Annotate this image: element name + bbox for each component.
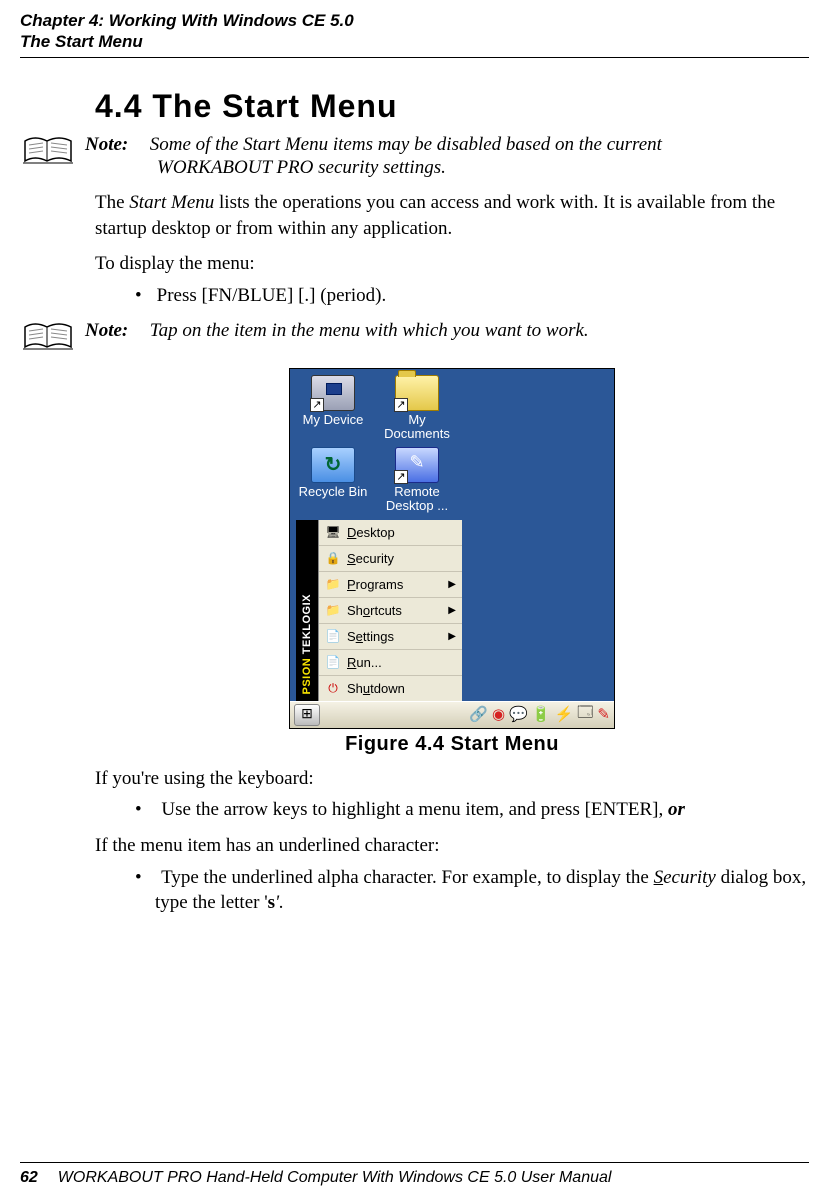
footer-title: WORKABOUT PRO Hand-Held Computer With Wi…: [58, 1169, 612, 1187]
menu-item-settings[interactable]: Settings ▶: [319, 624, 462, 650]
bullet-list-1: Press [FN/BLUE] [.] (period).: [95, 283, 809, 309]
menu-item-shortcuts[interactable]: Shortcuts ▶: [319, 598, 462, 624]
note-2: Note: Tap on the item in the menu with w…: [20, 319, 809, 353]
body-paragraph-3: If you're using the keyboard:: [95, 766, 809, 792]
screenshot: ↗ My Device ↗ My Documents Recycle Bin: [289, 368, 615, 729]
shutdown-icon: [325, 681, 341, 695]
remote-label-l1: Remote: [380, 485, 454, 499]
bullet-1: Press [FN/BLUE] [.] (period).: [95, 283, 809, 309]
tray-network-icon[interactable]: 🔗: [469, 705, 488, 724]
book-icon: [20, 321, 75, 353]
bullet-3: Type the underlined alpha character. For…: [95, 865, 809, 916]
note-2-body: Note: Tap on the item in the menu with w…: [85, 319, 809, 343]
folder-icon: [325, 577, 341, 591]
start-menu: PSION TEKLOGIX Desktop Security: [296, 520, 462, 701]
note-1-text-l1: Some of the Start Menu items may be disa…: [150, 134, 662, 155]
body-paragraph-2: To display the menu:: [95, 251, 809, 277]
tray-signal-icon[interactable]: ⚡: [554, 705, 573, 724]
note-1-body: Note: Some of the Start Menu items may b…: [85, 133, 809, 181]
figure-caption: Figure 4.4 Start Menu: [95, 733, 809, 756]
body-paragraph-1: The Start Menu lists the operations you …: [95, 190, 809, 241]
body-paragraph-4: If the menu item has an underlined chara…: [95, 833, 809, 859]
bullet-list-2: Use the arrow keys to highlight a menu i…: [95, 797, 809, 823]
start-button[interactable]: ⊞: [294, 704, 320, 726]
chevron-right-icon: ▶: [448, 579, 456, 590]
menu-item-programs[interactable]: Programs ▶: [319, 572, 462, 598]
my-documents-label-l1: My: [380, 413, 454, 427]
tray-card-icon[interactable]: 🗔: [577, 702, 593, 727]
menu-item-shutdown[interactable]: Shutdown: [319, 676, 462, 701]
menu-item-security[interactable]: Security: [319, 546, 462, 572]
system-tray: 🔗 ◉ 💬 🔋 ⚡ 🗔 ✎: [469, 702, 610, 727]
my-device-label: My Device: [296, 413, 370, 427]
main-content: 4.4 The Start Menu Note: Some of the Sta…: [95, 88, 809, 916]
note-1: Note: Some of the Start Menu items may b…: [20, 133, 809, 181]
taskbar: ⊞ 🔗 ◉ 💬 🔋 ⚡ 🗔 ✎: [290, 701, 614, 728]
my-device-icon[interactable]: ↗ My Device: [296, 375, 370, 442]
tray-alert-icon[interactable]: ◉: [492, 705, 505, 724]
book-icon: [20, 135, 75, 167]
note-1-text-l2: WORKABOUT PRO security settings.: [157, 157, 446, 178]
start-menu-side: PSION TEKLOGIX: [296, 520, 318, 701]
chevron-right-icon: ▶: [448, 605, 456, 616]
menu-item-run[interactable]: Run...: [319, 650, 462, 676]
settings-icon: [325, 629, 341, 643]
page: Chapter 4: Working With Windows CE 5.0 T…: [0, 0, 829, 1197]
recycle-bin-icon[interactable]: Recycle Bin: [296, 447, 370, 514]
bullet-2: Use the arrow keys to highlight a menu i…: [95, 797, 809, 823]
note-2-label: Note:: [85, 319, 145, 343]
section-line: The Start Menu: [20, 31, 809, 52]
my-documents-label-l2: Documents: [380, 427, 454, 441]
run-icon: [325, 655, 341, 669]
page-number: 62: [20, 1169, 38, 1187]
brand-text: PSION TEKLOGIX: [301, 594, 313, 695]
bullet-list-3: Type the underlined alpha character. For…: [95, 865, 809, 916]
page-footer: 62 WORKABOUT PRO Hand-Held Computer With…: [20, 1162, 809, 1187]
menu-item-desktop[interactable]: Desktop: [319, 520, 462, 546]
lock-icon: [325, 551, 341, 565]
section-heading: 4.4 The Start Menu: [95, 88, 809, 125]
my-documents-icon[interactable]: ↗ My Documents: [380, 375, 454, 442]
tray-battery-icon[interactable]: 🔋: [532, 705, 551, 724]
chapter-line: Chapter 4: Working With Windows CE 5.0: [20, 10, 809, 31]
chevron-right-icon: ▶: [448, 631, 456, 642]
start-menu-list: Desktop Security Programs ▶: [318, 520, 462, 701]
remote-label-l2: Desktop ...: [380, 499, 454, 513]
recycle-bin-label: Recycle Bin: [296, 485, 370, 499]
desktop-area: ↗ My Device ↗ My Documents Recycle Bin: [290, 369, 614, 701]
desktop-icon: [325, 525, 341, 539]
tray-pen-icon[interactable]: ✎: [597, 705, 610, 724]
figure-wrap: ↗ My Device ↗ My Documents Recycle Bin: [95, 368, 809, 756]
tray-chat-icon[interactable]: 💬: [509, 705, 528, 724]
note-2-text: Tap on the item in the menu with which y…: [150, 320, 589, 341]
page-header: Chapter 4: Working With Windows CE 5.0 T…: [20, 10, 809, 58]
folder-icon: [325, 603, 341, 617]
note-1-label: Note:: [85, 133, 145, 157]
remote-desktop-icon[interactable]: ↗ Remote Desktop ...: [380, 447, 454, 514]
